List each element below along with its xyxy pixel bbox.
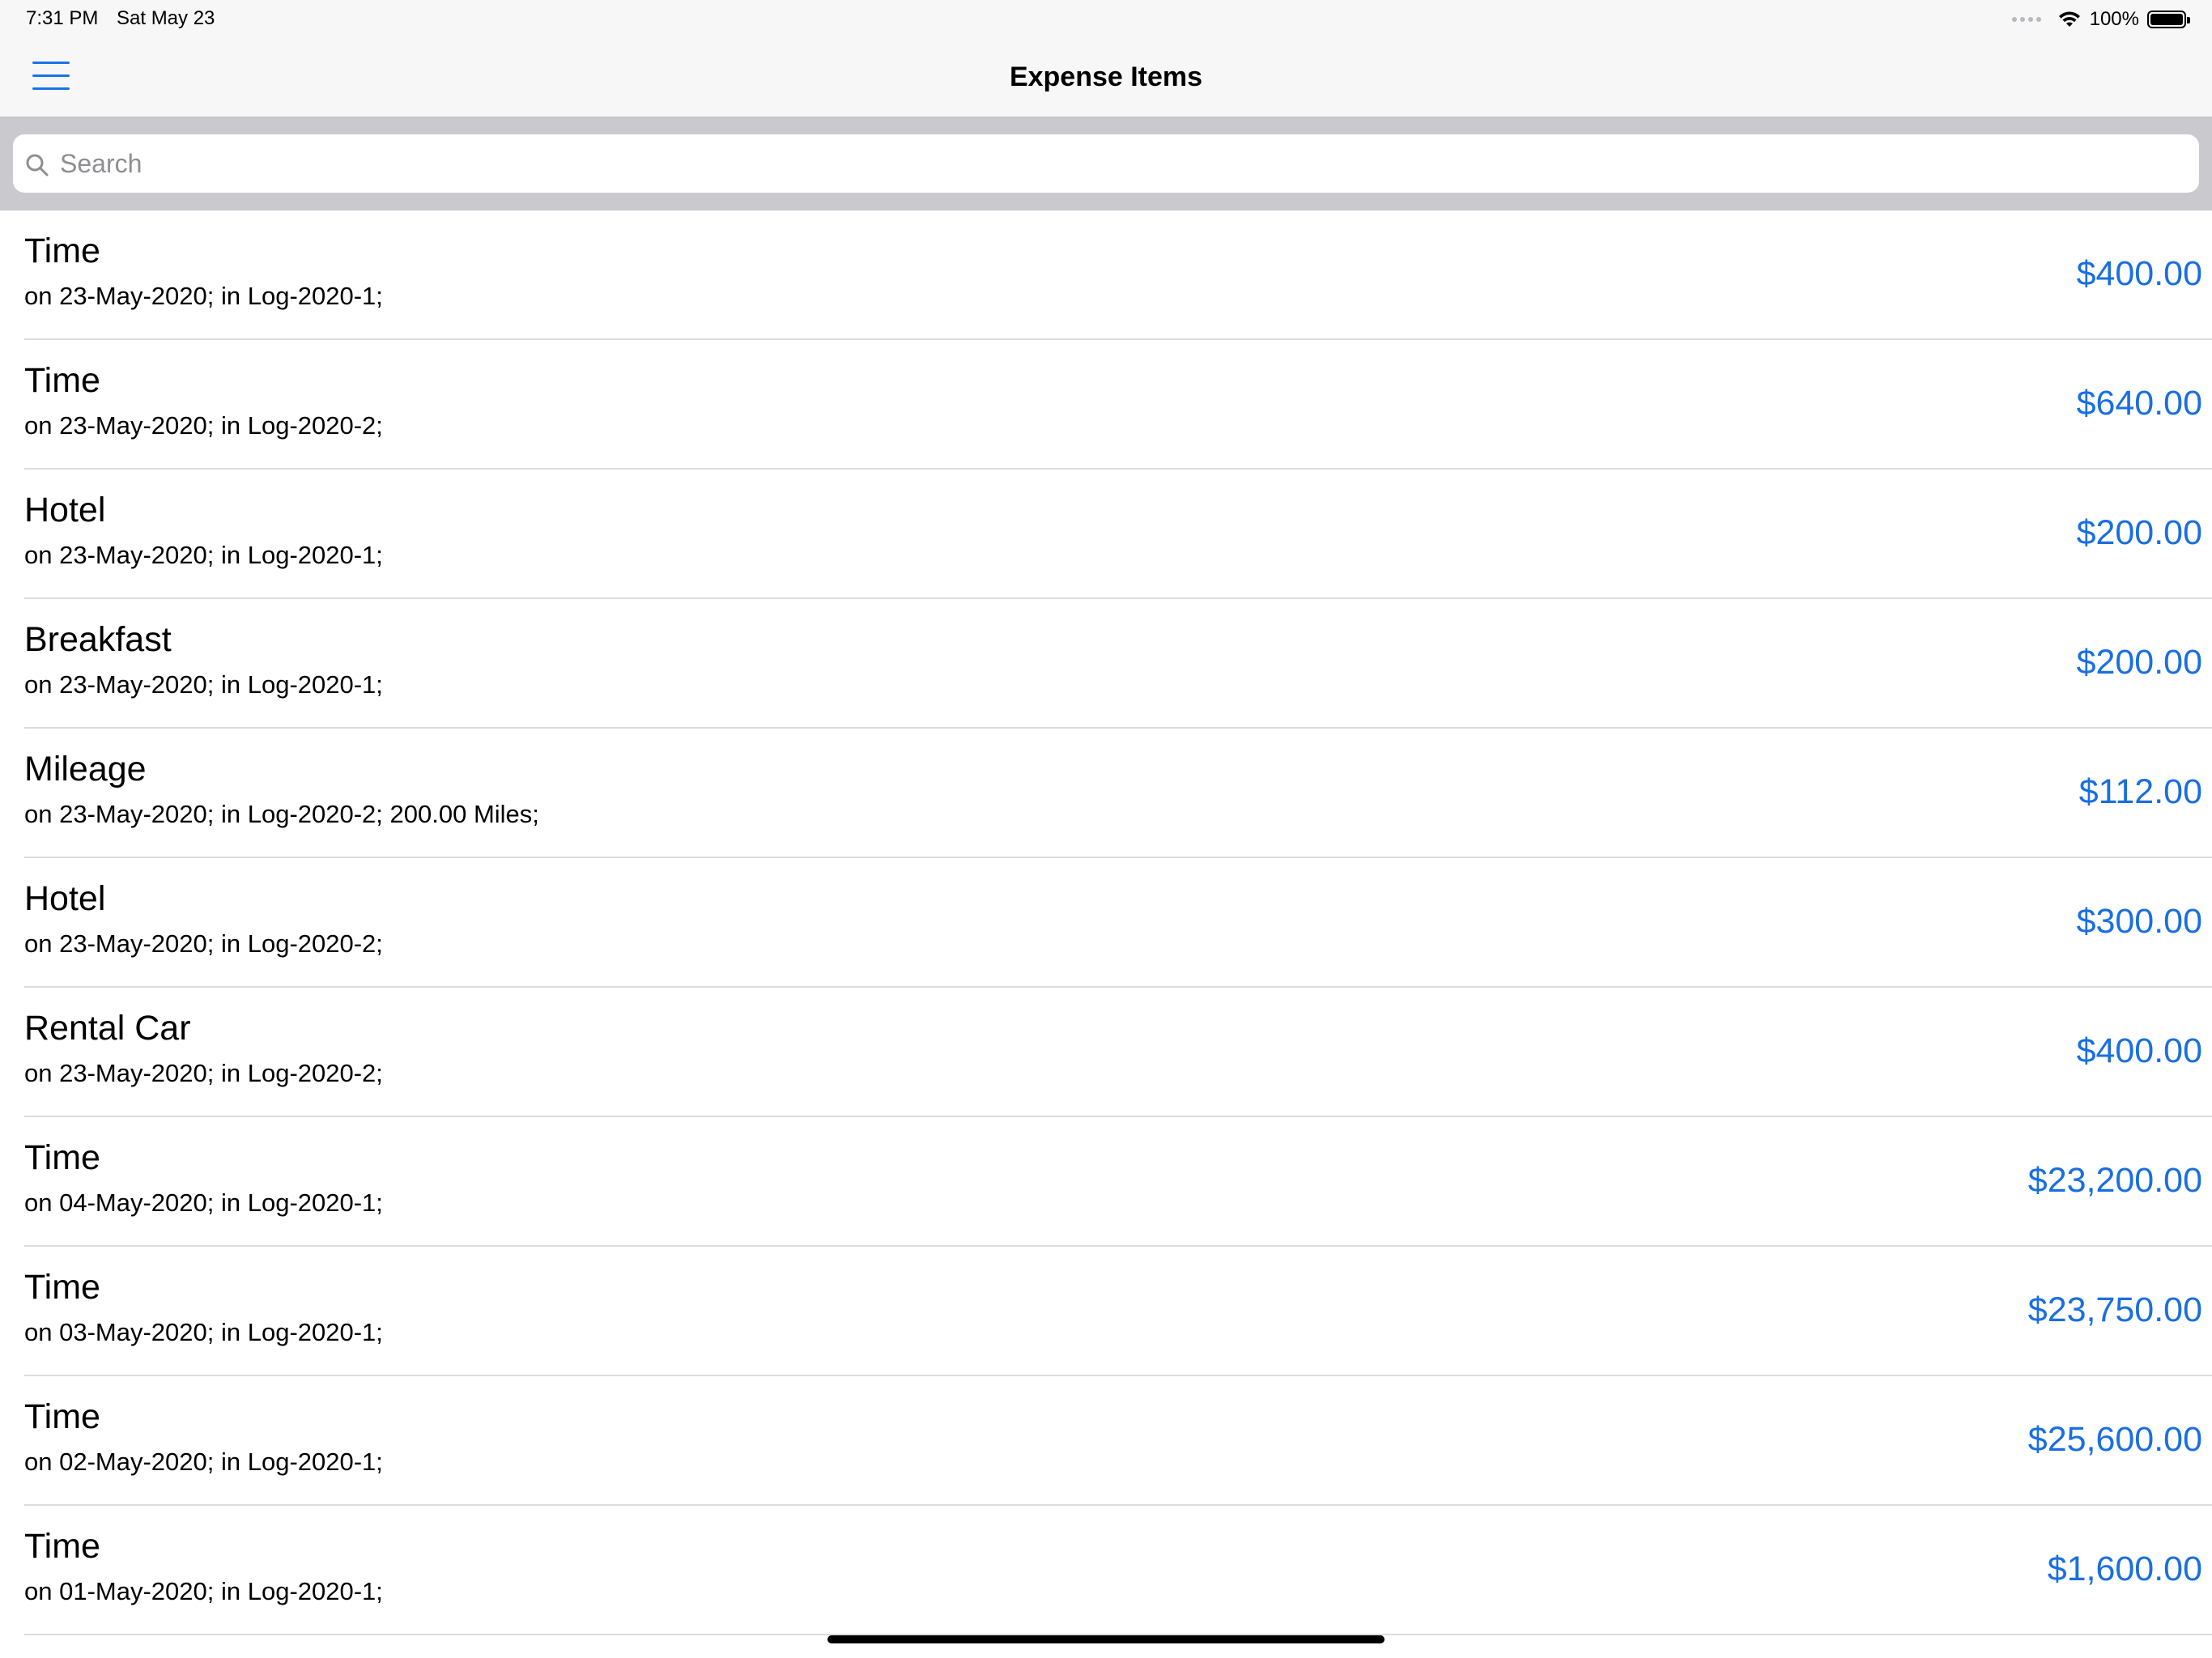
list-item[interactable]: Time on 23-May-2020; in Log-2020-2; $640.0…	[0, 340, 2212, 470]
item-amount: $200.00	[2076, 513, 2202, 552]
search-input[interactable]	[60, 134, 2165, 193]
item-amount: $23,200.00	[2027, 1161, 2202, 1200]
item-title: Time	[24, 361, 100, 400]
item-subtitle: on 23-May-2020; in Log-2020-1;	[24, 541, 383, 569]
item-subtitle: on 23-May-2020; in Log-2020-2;	[24, 1059, 383, 1087]
item-subtitle: on 23-May-2020; in Log-2020-1;	[24, 282, 383, 310]
status-indicators: 100%	[2011, 5, 2190, 34]
home-indicator[interactable]	[827, 1635, 1385, 1643]
item-subtitle: on 03-May-2020; in Log-2020-1;	[24, 1318, 383, 1346]
item-amount: $23,750.00	[2027, 1290, 2202, 1329]
list-item[interactable]: Time on 02-May-2020; in Log-2020-1; $25,60…	[0, 1376, 2212, 1506]
item-amount: $112.00	[2078, 772, 2202, 811]
item-subtitle: on 01-May-2020; in Log-2020-1;	[24, 1577, 383, 1605]
item-title: Time	[24, 1138, 100, 1177]
item-amount: $25,600.00	[2027, 1420, 2202, 1459]
list-item[interactable]: Mileage on 23-May-2020; in Log-2020-2; 20…	[0, 729, 2212, 858]
item-title: Time	[24, 1397, 100, 1436]
list-item[interactable]: Hotel on 23-May-2020; in Log-2020-2; $300.…	[0, 858, 2212, 988]
status-bar: 7:31 PM Sat May 23 100%	[0, 0, 2212, 39]
list-item[interactable]: Time on 01-May-2020; in Log-2020-1; $1,600…	[0, 1506, 2212, 1635]
item-title: Time	[24, 232, 100, 270]
expense-list: Time on 23-May-2020; in Log-2020-1; $400.0…	[0, 210, 2212, 1635]
item-amount: $640.00	[2076, 384, 2202, 423]
status-time: 7:31 PM	[26, 7, 99, 29]
item-title: Time	[24, 1527, 100, 1566]
list-item[interactable]: Time on 23-May-2020; in Log-2020-1; $400.0…	[0, 210, 2212, 340]
item-title: Hotel	[24, 491, 106, 529]
wifi-icon	[2058, 11, 2080, 27]
item-subtitle: on 23-May-2020; in Log-2020-1;	[24, 670, 383, 699]
item-subtitle: on 23-May-2020; in Log-2020-2; 200.00 Mi…	[24, 800, 539, 828]
search-field[interactable]	[13, 134, 2199, 193]
list-item[interactable]: Breakfast on 23-May-2020; in Log-2020-1; $…	[0, 599, 2212, 729]
battery-icon	[2147, 11, 2190, 28]
search-bar	[0, 118, 2212, 210]
item-subtitle: on 23-May-2020; in Log-2020-2;	[24, 411, 383, 440]
page-title: Expense Items	[1009, 62, 1203, 92]
item-amount: $300.00	[2076, 902, 2202, 941]
item-title: Rental Car	[24, 1009, 191, 1048]
list-item[interactable]: Time on 03-May-2020; in Log-2020-1; $23,75…	[0, 1247, 2212, 1376]
status-date: Sat May 23	[117, 7, 215, 29]
item-title: Mileage	[24, 750, 147, 789]
item-title: Hotel	[24, 879, 106, 918]
item-title: Breakfast	[24, 620, 172, 659]
item-subtitle: on 04-May-2020; in Log-2020-1;	[24, 1188, 383, 1217]
item-amount: $400.00	[2076, 254, 2202, 293]
cellular-signal-icon	[2011, 17, 2041, 22]
battery-percent: 100%	[2089, 8, 2139, 30]
item-title: Time	[24, 1268, 100, 1307]
list-item[interactable]: Rental Car on 23-May-2020; in Log-2020-2;…	[0, 988, 2212, 1117]
list-item[interactable]: Time on 04-May-2020; in Log-2020-1; $23,20…	[0, 1117, 2212, 1247]
item-subtitle: on 02-May-2020; in Log-2020-1;	[24, 1448, 383, 1476]
item-amount: $1,600.00	[2047, 1550, 2202, 1588]
item-amount: $400.00	[2076, 1031, 2202, 1070]
search-icon	[26, 154, 49, 176]
item-subtitle: on 23-May-2020; in Log-2020-2;	[24, 929, 383, 958]
navigation-bar: Expense Items	[0, 39, 2212, 118]
list-item[interactable]: Hotel on 23-May-2020; in Log-2020-1; $200.…	[0, 470, 2212, 599]
item-amount: $200.00	[2076, 643, 2202, 682]
